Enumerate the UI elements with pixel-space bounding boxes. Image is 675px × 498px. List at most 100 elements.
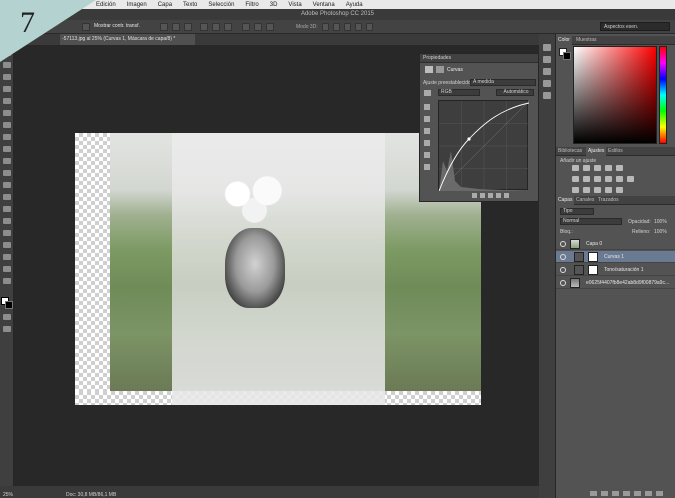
pen-tool-icon[interactable] bbox=[3, 218, 11, 224]
color-lookup-icon[interactable] bbox=[627, 176, 634, 182]
curves-adjust-icon[interactable] bbox=[594, 165, 601, 171]
eyedropper-tool-icon[interactable] bbox=[3, 110, 11, 116]
auto-button[interactable]: Automático bbox=[496, 89, 534, 96]
menu-3d[interactable]: 3D bbox=[270, 2, 278, 8]
curves-graph[interactable] bbox=[438, 100, 530, 192]
tab-muestras[interactable]: Muestras bbox=[574, 36, 599, 45]
tab-ajustes[interactable]: Ajustes bbox=[586, 147, 607, 156]
pan-3d-icon[interactable] bbox=[344, 23, 351, 31]
channel-select[interactable]: RGB bbox=[438, 89, 480, 96]
layer-row[interactable]: e0625f4407fb8e42ab8d9f00879a9c... bbox=[556, 277, 675, 289]
lasso-tool-icon[interactable] bbox=[3, 74, 11, 80]
posterize-icon[interactable] bbox=[583, 187, 590, 193]
menu-edicion[interactable]: Edición bbox=[96, 2, 116, 8]
properties-panel-icon[interactable] bbox=[543, 92, 551, 99]
clone-stamp-tool-icon[interactable] bbox=[3, 146, 11, 152]
menu-seleccion[interactable]: Selección bbox=[208, 2, 234, 8]
healing-brush-tool-icon[interactable] bbox=[3, 122, 11, 128]
visibility-eye-icon[interactable] bbox=[560, 280, 566, 286]
trash-icon[interactable] bbox=[504, 193, 509, 198]
delete-layer-icon[interactable] bbox=[656, 491, 663, 496]
color-background-swatch[interactable] bbox=[563, 52, 571, 60]
shape-tool-icon[interactable] bbox=[3, 254, 11, 260]
align-top-icon[interactable] bbox=[160, 23, 168, 31]
align-right-icon[interactable] bbox=[224, 23, 232, 31]
distribute-top-icon[interactable] bbox=[242, 23, 250, 31]
add-mask-icon[interactable] bbox=[612, 491, 619, 496]
align-bottom-icon[interactable] bbox=[184, 23, 192, 31]
align-left-icon[interactable] bbox=[200, 23, 208, 31]
clip-layer-icon[interactable] bbox=[472, 193, 477, 198]
menu-texto[interactable]: Texto bbox=[183, 2, 197, 8]
layer-row[interactable]: Curvas 1 bbox=[556, 251, 675, 263]
layer-row[interactable]: Tono/saturación 1 bbox=[556, 264, 675, 276]
dodge-tool-icon[interactable] bbox=[3, 206, 11, 212]
visibility-eye-icon[interactable] bbox=[560, 267, 566, 273]
menu-vista[interactable]: Vista bbox=[288, 2, 301, 8]
eyedropper-black-icon[interactable] bbox=[424, 104, 430, 110]
distribute-bottom-icon[interactable] bbox=[266, 23, 274, 31]
link-layers-icon[interactable] bbox=[590, 491, 597, 496]
pencil-icon[interactable] bbox=[424, 152, 430, 158]
info-panel-icon[interactable] bbox=[543, 56, 551, 63]
target-adjust-icon[interactable] bbox=[424, 90, 431, 96]
path-select-tool-icon[interactable] bbox=[3, 242, 11, 248]
eyedropper-gray-icon[interactable] bbox=[424, 116, 430, 122]
layer-filter-select[interactable]: Tipo bbox=[560, 208, 594, 215]
zoom-level[interactable]: 25% bbox=[3, 489, 13, 498]
tab-estilos[interactable]: Estilos bbox=[606, 147, 625, 156]
brush-tool-icon[interactable] bbox=[3, 134, 11, 140]
exposure-icon[interactable] bbox=[605, 165, 612, 171]
character-panel-icon[interactable] bbox=[543, 68, 551, 75]
layer-row[interactable]: Capa 0 bbox=[556, 238, 675, 250]
reset-icon[interactable] bbox=[488, 193, 493, 198]
opacity-value[interactable]: 100% bbox=[654, 219, 667, 225]
preset-select[interactable]: A medida bbox=[470, 79, 536, 86]
zoom-tool-icon[interactable] bbox=[3, 278, 11, 284]
brightness-icon[interactable] bbox=[572, 165, 579, 171]
hue-saturation-icon[interactable] bbox=[572, 176, 579, 182]
gradient-map-icon[interactable] bbox=[605, 187, 612, 193]
tab-color[interactable]: Color bbox=[556, 36, 572, 45]
view-previous-icon[interactable] bbox=[480, 193, 485, 198]
tab-trazados[interactable]: Trazados bbox=[596, 196, 621, 205]
photo-filter-icon[interactable] bbox=[605, 176, 612, 182]
quick-mask-icon[interactable] bbox=[3, 314, 11, 320]
visibility-eye-icon[interactable] bbox=[560, 241, 566, 247]
rotate-3d-icon[interactable] bbox=[322, 23, 329, 31]
hand-tool-icon[interactable] bbox=[3, 266, 11, 272]
gradient-tool-icon[interactable] bbox=[3, 182, 11, 188]
new-group-icon[interactable] bbox=[634, 491, 641, 496]
channel-mixer-icon[interactable] bbox=[616, 176, 623, 182]
blur-tool-icon[interactable] bbox=[3, 194, 11, 200]
menu-ayuda[interactable]: Ayuda bbox=[346, 2, 363, 8]
selective-color-icon[interactable] bbox=[616, 187, 623, 193]
tab-capas[interactable]: Capas bbox=[556, 196, 575, 205]
color-balance-icon[interactable] bbox=[583, 176, 590, 182]
eyedropper-white-icon[interactable] bbox=[424, 128, 430, 134]
type-tool-icon[interactable] bbox=[3, 230, 11, 236]
history-panel-icon[interactable] bbox=[543, 44, 551, 51]
screen-mode-icon[interactable] bbox=[3, 326, 11, 332]
visibility-eye-icon[interactable] bbox=[560, 254, 566, 260]
levels-icon[interactable] bbox=[583, 165, 590, 171]
layer-style-icon[interactable] bbox=[601, 491, 608, 496]
threshold-icon[interactable] bbox=[594, 187, 601, 193]
workspace-select[interactable]: Aspectos esen. bbox=[600, 22, 670, 31]
new-layer-icon[interactable] bbox=[645, 491, 652, 496]
visibility-icon[interactable] bbox=[496, 193, 501, 198]
paragraph-panel-icon[interactable] bbox=[543, 80, 551, 87]
menu-imagen[interactable]: Imagen bbox=[127, 2, 147, 8]
eraser-tool-icon[interactable] bbox=[3, 170, 11, 176]
hue-slider[interactable] bbox=[659, 46, 667, 144]
new-adjustment-icon[interactable] bbox=[623, 491, 630, 496]
properties-title[interactable]: Propiedades bbox=[420, 54, 538, 63]
menu-filtro[interactable]: Filtro bbox=[245, 2, 258, 8]
fill-value[interactable]: 100% bbox=[654, 229, 667, 235]
align-middle-icon[interactable] bbox=[172, 23, 180, 31]
mask-icon[interactable] bbox=[436, 66, 444, 73]
curve-point-icon[interactable] bbox=[424, 140, 430, 146]
menu-capa[interactable]: Capa bbox=[158, 2, 172, 8]
color-picker-field[interactable] bbox=[573, 46, 657, 144]
scale-3d-icon[interactable] bbox=[366, 23, 373, 31]
